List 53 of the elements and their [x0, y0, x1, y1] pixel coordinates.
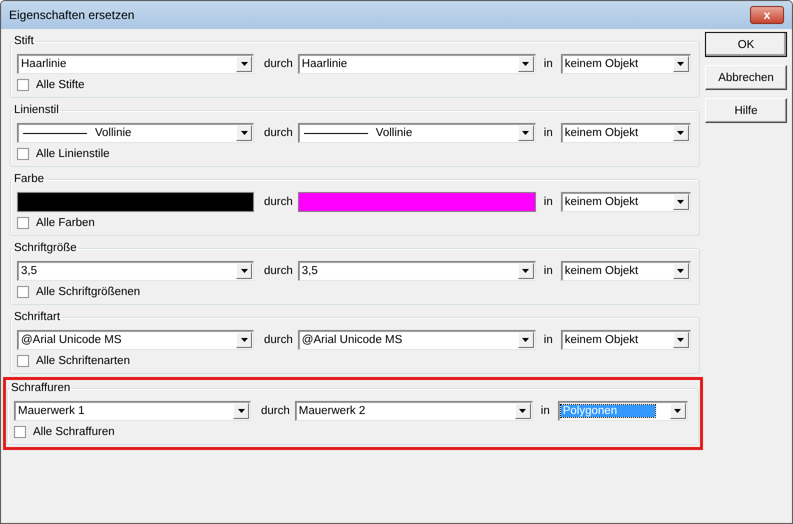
dropdown[interactable]: @Arial Unicode MS: [298, 330, 536, 350]
connector-label: durch: [260, 405, 291, 417]
line-sample-icon: [304, 132, 368, 134]
dropdown[interactable]: keinem Objekt: [560, 192, 691, 212]
dropdown[interactable]: 3,5: [17, 261, 254, 281]
checkbox-label: Alle Schriftgrößenen: [36, 286, 140, 298]
dropdown[interactable]: @Arial Unicode MS: [17, 330, 254, 350]
checkbox-label: Alle Linienstile: [36, 148, 110, 160]
dialog-button[interactable]: OK: [705, 32, 787, 57]
group-label: Stift: [13, 35, 35, 47]
color-field[interactable]: [298, 192, 536, 212]
dropdown[interactable]: Vollinie: [298, 123, 536, 143]
checkbox-label: Alle Schriftenarten: [36, 355, 130, 367]
in-label: in: [542, 334, 554, 346]
checkbox[interactable]: [17, 79, 29, 91]
connector-label: durch: [263, 265, 294, 277]
group-label: Schriftart: [13, 311, 62, 323]
dropdown[interactable]: keinem Objekt: [560, 261, 691, 281]
dropdown[interactable]: keinem Objekt: [560, 123, 691, 143]
line-sample-icon: [23, 132, 87, 134]
checkbox[interactable]: [17, 148, 29, 160]
dropdown[interactable]: Mauerwerk 2: [294, 401, 533, 421]
group-label: Schriftgröße: [13, 242, 78, 254]
in-label: in: [542, 196, 554, 208]
connector-label: durch: [263, 334, 294, 346]
dropdown[interactable]: Haarlinie: [17, 54, 254, 74]
window-title: Eigenschaften ersetzen: [9, 8, 134, 22]
checkbox-label: Alle Schraffuren: [33, 426, 115, 438]
dialog-button[interactable]: Abbrechen: [705, 65, 787, 90]
in-label: in: [542, 127, 554, 139]
dropdown[interactable]: keinem Objekt: [560, 330, 691, 350]
dropdown[interactable]: Vollinie: [17, 123, 254, 143]
in-label: in: [540, 405, 551, 417]
connector-label: durch: [263, 127, 294, 139]
checkbox[interactable]: [17, 217, 29, 229]
dropdown[interactable]: Mauerwerk 1: [14, 401, 251, 421]
in-label: in: [542, 265, 554, 277]
checkbox-label: Alle Farben: [36, 217, 95, 229]
connector-label: durch: [263, 58, 294, 70]
dropdown[interactable]: 3,5: [298, 261, 536, 281]
connector-label: durch: [263, 196, 294, 208]
in-label: in: [542, 58, 554, 70]
dropdown[interactable]: Haarlinie: [298, 54, 536, 74]
color-field[interactable]: [17, 192, 254, 212]
checkbox[interactable]: [17, 286, 29, 298]
checkbox[interactable]: [14, 426, 26, 438]
group-label: Schraffuren: [10, 382, 72, 394]
checkbox[interactable]: [17, 355, 29, 367]
dialog-button[interactable]: Hilfe: [705, 98, 787, 123]
group-label: Farbe: [13, 173, 46, 185]
dropdown[interactable]: keinem Objekt: [560, 54, 691, 74]
checkbox-label: Alle Stifte: [36, 79, 85, 91]
group-label: Linienstil: [13, 104, 60, 116]
